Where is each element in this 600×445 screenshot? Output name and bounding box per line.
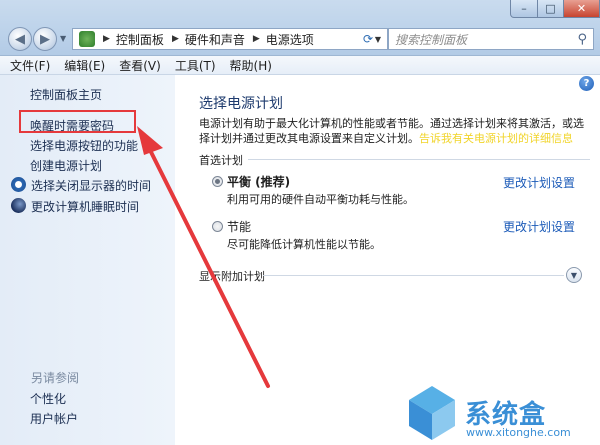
arrow-left-icon: ◀ bbox=[15, 31, 25, 47]
page-title: 选择电源计划 bbox=[199, 96, 283, 112]
breadcrumb-control-panel[interactable]: 控制面板 bbox=[116, 31, 164, 48]
sidebar-item-power-buttons[interactable]: 选择电源按钮的功能 bbox=[30, 137, 138, 154]
power-saver-change-settings-link[interactable]: 更改计划设置 bbox=[503, 218, 575, 235]
section-divider bbox=[248, 159, 590, 160]
additional-plans-divider bbox=[263, 275, 564, 276]
watermark-logo-icon bbox=[409, 386, 455, 440]
breadcrumb-power-options[interactable]: 电源选项 bbox=[266, 31, 314, 48]
maximize-button[interactable]: □ bbox=[537, 0, 564, 18]
refresh-icon[interactable]: ⟳ bbox=[363, 32, 373, 46]
menu-file[interactable]: 文件(F) bbox=[10, 57, 50, 74]
chevron-down-icon[interactable]: ▼ bbox=[566, 267, 582, 283]
power-plan-info-link[interactable]: 告诉我有关电源计划的详细信息 bbox=[419, 132, 573, 145]
back-button[interactable]: ◀ bbox=[8, 27, 32, 51]
power-saver-plan-name: 节能 bbox=[227, 220, 252, 234]
balanced-plan-radio[interactable] bbox=[212, 176, 223, 187]
menu-bar: 文件(F) 编辑(E) 查看(V) 工具(T) 帮助(H) bbox=[0, 56, 600, 75]
recent-pages-dropdown[interactable]: ▼ bbox=[60, 34, 66, 43]
menu-edit[interactable]: 编辑(E) bbox=[64, 57, 105, 74]
sidebar-item-user-accounts[interactable]: 用户帐户 bbox=[30, 410, 78, 427]
see-also-heading: 另请参阅 bbox=[31, 371, 80, 385]
annotation-highlight-box bbox=[19, 110, 136, 133]
display-clock-icon bbox=[11, 177, 26, 192]
help-icon[interactable]: ? bbox=[579, 76, 594, 91]
minimize-button[interactable]: – bbox=[510, 0, 538, 18]
balanced-plan-name: 平衡 (推荐) bbox=[227, 175, 291, 189]
balanced-plan-desc: 利用可用的硬件自动平衡功耗与性能。 bbox=[227, 193, 414, 206]
search-input[interactable]: 搜索控制面板 ⚲ bbox=[388, 28, 594, 50]
address-dropdown-icon[interactable]: ▼ bbox=[375, 35, 381, 44]
sidebar-item-display-off[interactable]: 选择关闭显示器的时间 bbox=[31, 177, 151, 194]
sidebar-item-sleep-time[interactable]: 更改计算机睡眠时间 bbox=[31, 198, 139, 215]
close-button[interactable]: ✕ bbox=[563, 0, 600, 18]
chevron-right-icon: ▶ bbox=[103, 34, 110, 44]
balanced-change-settings-link[interactable]: 更改计划设置 bbox=[503, 174, 575, 191]
chevron-right-icon: ▶ bbox=[252, 34, 260, 44]
arrow-right-icon: ▶ bbox=[40, 31, 50, 47]
preferred-plans-label: 首选计划 bbox=[199, 154, 243, 167]
sidebar-item-personalization[interactable]: 个性化 bbox=[30, 390, 66, 407]
sidebar-home-link[interactable]: 控制面板主页 bbox=[30, 86, 102, 103]
control-panel-icon bbox=[79, 31, 95, 47]
search-icon[interactable]: ⚲ bbox=[577, 32, 587, 47]
breadcrumb-hardware-sound[interactable]: 硬件和声音 bbox=[185, 31, 245, 48]
address-bar[interactable]: ▶ 控制面板 ▶ 硬件和声音 ▶ 电源选项 ▼ bbox=[72, 28, 388, 50]
chevron-right-icon: ▶ bbox=[171, 34, 179, 44]
menu-tools[interactable]: 工具(T) bbox=[175, 57, 216, 74]
power-saver-plan-radio[interactable] bbox=[212, 221, 223, 232]
search-placeholder: 搜索控制面板 bbox=[395, 32, 468, 47]
forward-button[interactable]: ▶ bbox=[33, 27, 57, 51]
menu-help[interactable]: 帮助(H) bbox=[230, 57, 272, 74]
power-saver-plan-desc: 尽可能降低计算机性能以节能。 bbox=[227, 238, 381, 251]
menu-view[interactable]: 查看(V) bbox=[119, 57, 161, 74]
sleep-moon-icon bbox=[11, 198, 26, 213]
sidebar-item-create-plan[interactable]: 创建电源计划 bbox=[30, 157, 102, 174]
watermark-url: www.xitonghe.com bbox=[466, 426, 571, 439]
page-description: 电源计划有助于最大化计算机的性能或者节能。通过选择计划来将其激活，或选择计划并通… bbox=[199, 116, 591, 146]
show-additional-plans-label[interactable]: 显示附加计划 bbox=[199, 268, 265, 284]
